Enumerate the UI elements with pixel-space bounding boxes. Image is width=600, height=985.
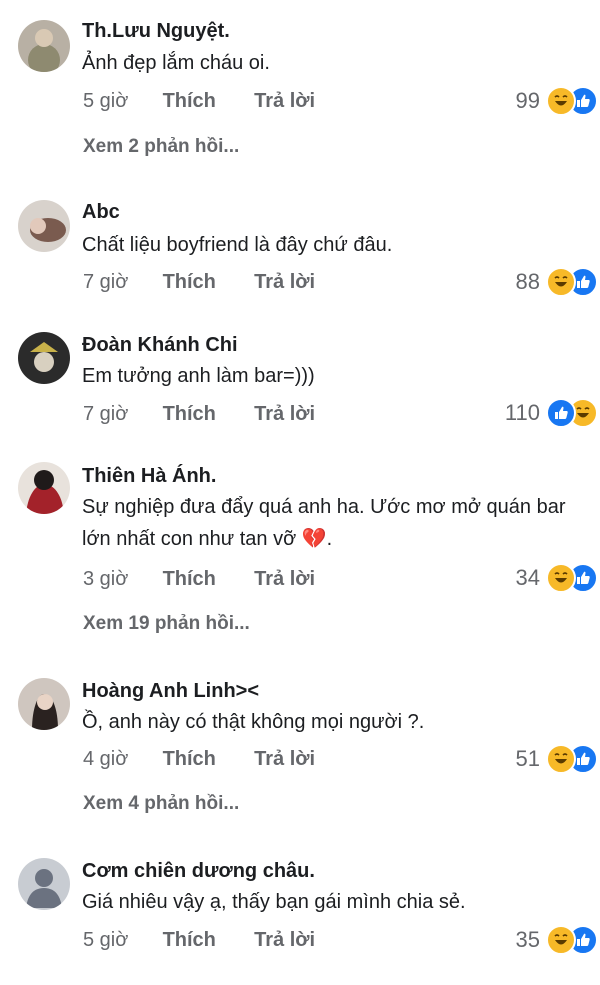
like-icon: [546, 398, 576, 428]
comment-time[interactable]: 3 giờ: [83, 568, 157, 591]
reply-button[interactable]: Trả lời: [254, 271, 315, 294]
view-replies-link[interactable]: Xem 2 phản hồi...: [83, 136, 239, 158]
comment-time[interactable]: 7 giờ: [83, 403, 157, 426]
reaction-summary[interactable]: 110: [505, 398, 598, 428]
avatar[interactable]: [18, 678, 70, 730]
comment-time[interactable]: 7 giờ: [83, 271, 157, 294]
reaction-count: 51: [515, 746, 540, 771]
like-button[interactable]: Thích: [163, 748, 249, 771]
commenter-name[interactable]: Th.Lưu Nguyệt.: [82, 20, 230, 43]
comment-time[interactable]: 4 giờ: [83, 748, 157, 771]
reply-button[interactable]: Trả lời: [254, 929, 315, 952]
comment-actions: 4 giờ Thích Trả lời: [83, 748, 315, 771]
haha-icon: [546, 267, 576, 297]
like-button[interactable]: Thích: [163, 929, 249, 952]
comment-text: Sự nghiệp đưa đẩy quá anh ha. Ước mơ mở …: [82, 496, 566, 550]
like-button[interactable]: Thích: [163, 403, 249, 426]
comment-time[interactable]: 5 giờ: [83, 929, 157, 952]
avatar[interactable]: [18, 462, 70, 514]
reaction-count: 110: [504, 400, 540, 425]
commenter-name[interactable]: Hoàng Anh Linh><: [82, 680, 259, 703]
avatar[interactable]: [18, 858, 70, 910]
reaction-summary[interactable]: 51: [516, 744, 598, 774]
comment-actions: 5 giờ Thích Trả lời: [83, 929, 315, 952]
comment-text: Giá nhiêu vậy ạ, thấy bạn gái mình chia …: [82, 891, 466, 913]
haha-icon: [546, 925, 576, 955]
haha-icon: [546, 563, 576, 593]
avatar[interactable]: [18, 332, 70, 384]
commenter-name[interactable]: Abc: [82, 201, 120, 224]
comment-actions: 7 giờ Thích Trả lời: [83, 403, 315, 426]
reaction-summary[interactable]: 35: [516, 925, 598, 955]
reaction-summary[interactable]: 88: [516, 267, 598, 297]
reply-button[interactable]: Trả lời: [254, 568, 315, 591]
reply-button[interactable]: Trả lời: [254, 403, 315, 426]
reaction-count: 34: [515, 565, 540, 590]
like-button[interactable]: Thích: [163, 568, 249, 591]
commenter-name[interactable]: Thiên Hà Ánh.: [82, 465, 216, 488]
view-replies-link[interactable]: Xem 4 phản hồi...: [83, 793, 239, 815]
reaction-count: 88: [515, 269, 540, 294]
comment-time[interactable]: 5 giờ: [83, 90, 157, 113]
reaction-summary[interactable]: 34: [516, 563, 598, 593]
reaction-count: 35: [515, 927, 540, 952]
commenter-name[interactable]: Đoàn Khánh Chi: [82, 334, 238, 357]
comment-text: Ảnh đẹp lắm cháu oi.: [82, 52, 270, 74]
avatar[interactable]: [18, 20, 70, 72]
like-button[interactable]: Thích: [163, 90, 249, 113]
reaction-summary[interactable]: 99: [516, 86, 598, 116]
reply-button[interactable]: Trả lời: [254, 90, 315, 113]
comment-text: Em tưởng anh làm bar=))): [82, 365, 315, 387]
like-button[interactable]: Thích: [163, 271, 249, 294]
comment-actions: 5 giờ Thích Trả lời: [83, 90, 315, 113]
haha-icon: [546, 744, 576, 774]
avatar[interactable]: [18, 200, 70, 252]
comment-actions: 3 giờ Thích Trả lời: [83, 568, 315, 591]
haha-icon: [546, 86, 576, 116]
reply-button[interactable]: Trả lời: [254, 748, 315, 771]
view-replies-link[interactable]: Xem 19 phản hồi...: [83, 613, 250, 635]
comment-actions: 7 giờ Thích Trả lời: [83, 271, 315, 294]
comment-text: Chất liệu boyfriend là đây chứ đâu.: [82, 234, 393, 256]
commenter-name[interactable]: Cơm chiên dương châu.: [82, 860, 315, 883]
comment-text: Ồ, anh này có thật không mọi người ?.: [82, 711, 425, 733]
reaction-count: 99: [515, 88, 540, 113]
